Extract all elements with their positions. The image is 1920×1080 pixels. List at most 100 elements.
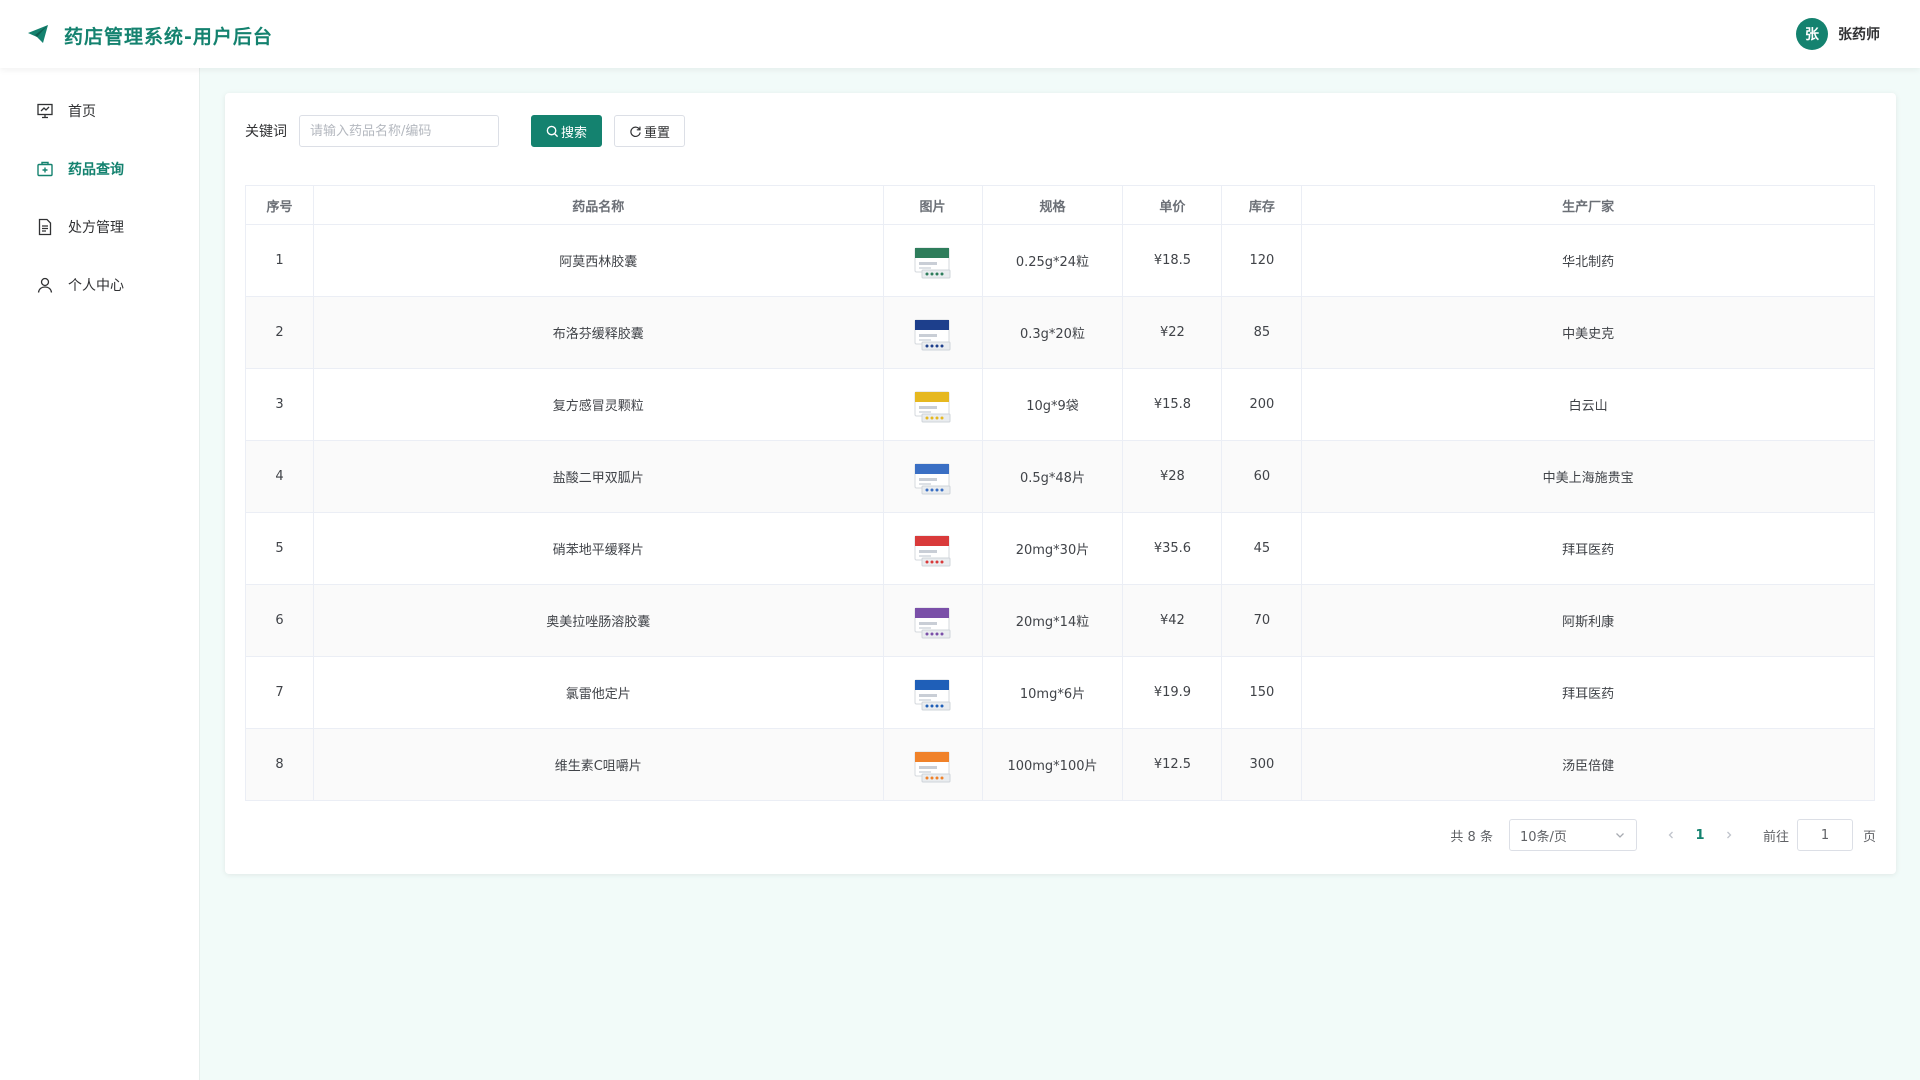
cell-image — [882, 296, 983, 369]
cell-spec: 100mg*100片 — [981, 728, 1124, 801]
sidebar-item-label: 首页 — [68, 104, 96, 120]
chevron-left-icon — [1668, 831, 1673, 839]
refresh-icon — [630, 126, 641, 137]
column-header[interactable]: 药品名称 — [312, 185, 884, 225]
search-button[interactable]: 搜索 — [531, 115, 603, 147]
search-input[interactable] — [299, 115, 499, 147]
cell-stock: 120 — [1221, 224, 1303, 297]
sidebar-item-medicine-query[interactable]: 药品查询 — [0, 140, 199, 198]
page-size-select[interactable]: 10条/页 — [1508, 819, 1637, 851]
column-header[interactable]: 规格 — [981, 185, 1124, 225]
sidebar-item-profile[interactable]: 个人中心 — [0, 256, 199, 314]
cell-index: 2 — [245, 296, 314, 369]
cell-index: 3 — [245, 368, 314, 441]
cell-spec: 0.25g*24粒 — [981, 224, 1124, 297]
search-bar: 关键词 搜索 重置 — [245, 115, 686, 147]
table-row[interactable]: 1 阿莫西林胶囊 0.25g*24粒 ¥18.5 120 华北制药 — [245, 224, 1875, 297]
cell-price: ¥15.8 — [1122, 368, 1223, 441]
user-name[interactable]: 张药师 — [1838, 24, 1880, 44]
cell-medicine-name: 盐酸二甲双胍片 — [312, 440, 884, 513]
medicine-image[interactable] — [912, 744, 954, 786]
cell-stock: 70 — [1221, 584, 1303, 657]
table-row[interactable]: 6 奥美拉唑肠溶胶囊 20mg*14粒 ¥42 70 阿斯利康 — [245, 584, 1875, 657]
cell-image — [882, 584, 983, 657]
page-size-value: 10条/页 — [1519, 829, 1567, 845]
cell-stock: 300 — [1221, 728, 1303, 801]
sidebar-item-prescription[interactable]: 处方管理 — [0, 198, 199, 256]
dashboard-icon — [37, 103, 53, 119]
cell-medicine-name: 硝苯地平缓释片 — [312, 512, 884, 585]
cell-spec: 0.5g*48片 — [981, 440, 1124, 513]
sidebar-item-home[interactable]: 首页 — [0, 82, 199, 140]
column-header[interactable]: 生产厂家 — [1301, 185, 1875, 225]
medicine-image[interactable] — [912, 456, 954, 498]
goto-page-input[interactable] — [1796, 819, 1853, 851]
reset-button[interactable]: 重置 — [614, 115, 686, 147]
goto-label: 前往 — [1762, 829, 1789, 845]
column-header[interactable]: 图片 — [882, 185, 983, 225]
pagination: 共 8 条 10条/页 1 前往 页 — [1450, 819, 1876, 851]
sidebar-item-label: 个人中心 — [68, 278, 124, 294]
table-row[interactable]: 7 氯雷他定片 10mg*6片 ¥19.9 150 拜耳医药 — [245, 656, 1875, 729]
user-menu[interactable]: 张 张药师 — [1796, 18, 1880, 50]
cell-index: 1 — [245, 224, 314, 297]
medicine-box-icon — [37, 161, 53, 177]
sidebar-item-label: 药品查询 — [68, 162, 124, 178]
cell-image — [882, 368, 983, 441]
table-row[interactable]: 3 复方感冒灵颗粒 10g*9袋 ¥15.8 200 白云山 — [245, 368, 1875, 441]
medicine-image[interactable] — [912, 600, 954, 642]
column-header[interactable]: 库存 — [1221, 185, 1303, 225]
cell-price: ¥35.6 — [1122, 512, 1223, 585]
medicine-image[interactable] — [912, 528, 954, 570]
column-header[interactable]: 单价 — [1122, 185, 1223, 225]
cell-image — [882, 512, 983, 585]
table-row[interactable]: 8 维生素C咀嚼片 100mg*100片 ¥12.5 300 汤臣倍健 — [245, 728, 1875, 801]
medicine-image[interactable] — [912, 672, 954, 714]
cell-image — [882, 440, 983, 513]
cell-price: ¥18.5 — [1122, 224, 1223, 297]
total-count: 共 8 条 — [1450, 829, 1493, 845]
cell-index: 4 — [245, 440, 314, 513]
cell-index: 8 — [245, 728, 314, 801]
cell-spec: 20mg*14粒 — [981, 584, 1124, 657]
cell-index: 5 — [245, 512, 314, 585]
user-icon — [37, 277, 53, 293]
cell-medicine-name: 布洛芬缓释胶囊 — [312, 296, 884, 369]
next-page-button[interactable] — [1715, 821, 1743, 849]
prev-page-button[interactable] — [1657, 821, 1685, 849]
search-button-label: 搜索 — [561, 125, 588, 141]
medicine-image[interactable] — [912, 312, 954, 354]
cell-index: 6 — [245, 584, 314, 657]
cell-spec: 20mg*30片 — [981, 512, 1124, 585]
table-row[interactable]: 4 盐酸二甲双胍片 0.5g*48片 ¥28 60 中美上海施贵宝 — [245, 440, 1875, 513]
document-icon — [38, 218, 52, 236]
cell-stock: 200 — [1221, 368, 1303, 441]
medicine-image[interactable] — [912, 384, 954, 426]
cell-manufacturer: 阿斯利康 — [1301, 584, 1875, 657]
page-number-current[interactable]: 1 — [1685, 821, 1715, 849]
cell-medicine-name: 复方感冒灵颗粒 — [312, 368, 884, 441]
medicine-image[interactable] — [912, 240, 954, 282]
reset-button-label: 重置 — [644, 125, 671, 141]
cell-manufacturer: 白云山 — [1301, 368, 1875, 441]
table-row[interactable]: 2 布洛芬缓释胶囊 0.3g*20粒 ¥22 85 中美史克 — [245, 296, 1875, 369]
cell-manufacturer: 华北制药 — [1301, 224, 1875, 297]
cell-manufacturer: 中美史克 — [1301, 296, 1875, 369]
cell-spec: 0.3g*20粒 — [981, 296, 1124, 369]
column-header[interactable]: 序号 — [245, 185, 314, 225]
content-card: 关键词 搜索 重置 序号 药品名称 图片 规格 单价 库存 生产厂家 1阿莫西林… — [225, 93, 1896, 874]
cell-stock: 45 — [1221, 512, 1303, 585]
cell-manufacturer: 中美上海施贵宝 — [1301, 440, 1875, 513]
cell-price: ¥12.5 — [1122, 728, 1223, 801]
cell-image — [882, 224, 983, 297]
sidebar: 首页 药品查询 处方管理 个人中心 — [0, 68, 200, 1080]
cell-price: ¥22 — [1122, 296, 1223, 369]
cell-manufacturer: 拜耳医药 — [1301, 512, 1875, 585]
table-row[interactable]: 5 硝苯地平缓释片 20mg*30片 ¥35.6 45 拜耳医药 — [245, 512, 1875, 585]
cell-medicine-name: 阿莫西林胶囊 — [312, 224, 884, 297]
cell-spec: 10g*9袋 — [981, 368, 1124, 441]
cell-medicine-name: 维生素C咀嚼片 — [312, 728, 884, 801]
cell-medicine-name: 奥美拉唑肠溶胶囊 — [312, 584, 884, 657]
avatar[interactable]: 张 — [1796, 18, 1828, 50]
table-header-row: 序号 药品名称 图片 规格 单价 库存 生产厂家 — [245, 185, 1875, 225]
